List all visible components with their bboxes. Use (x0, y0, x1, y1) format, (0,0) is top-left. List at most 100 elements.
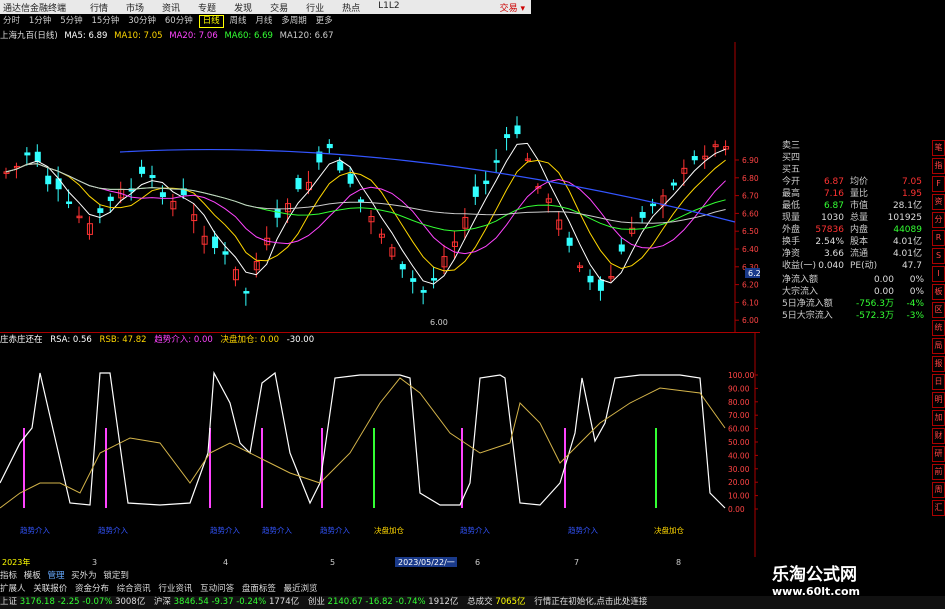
indicator-chart[interactable]: 100.00 90.00 80.00 70.00 60.00 50.00 40.00 30.0… (0, 332, 760, 558)
watermark: 乐淘公式网 www.60lt.com (772, 560, 945, 598)
side-tab[interactable]: 区 (932, 302, 945, 318)
toolbar-button[interactable]: 管理 (47, 571, 64, 581)
menu-item[interactable]: 热点 (342, 1, 360, 14)
side-tab[interactable]: I (932, 266, 945, 282)
title-bar: 通达信金融终端 行情 市场 资讯 专题 发现 交易 行业 热点 L1L2 交易 … (0, 0, 531, 14)
period-tab[interactable]: 60分钟 (162, 15, 196, 28)
kline-chart[interactable]: 6.906.806.706.606.506.406.306.206.106.00… (0, 42, 760, 332)
side-tab[interactable]: 指 (932, 158, 945, 174)
price-tick-label: 6.90 (742, 156, 759, 165)
info-tab[interactable]: 盘面标签 (242, 584, 276, 594)
side-tab[interactable]: 研 (932, 446, 945, 462)
date-month: 5 (330, 558, 335, 567)
menu-item[interactable]: 行业 (306, 1, 324, 14)
date-month: 8 (676, 558, 681, 567)
period-tab[interactable]: 周线 (226, 15, 249, 28)
index-value: 3846.54 (173, 597, 209, 607)
indicator-tick-label: 10.00 (728, 492, 750, 501)
toolbar-button[interactable]: 买外为 (71, 571, 97, 581)
flow-row: 净流入额 0.00 0% (782, 274, 932, 286)
menu-item[interactable]: 资讯 (162, 1, 180, 14)
quote-label: 最高 (782, 189, 801, 199)
index-name[interactable]: 上证 (0, 597, 17, 607)
quote-label: 收益(一) (782, 261, 817, 271)
period-tab[interactable]: 1分钟 (26, 15, 54, 28)
info-tab[interactable]: 扩展人 (0, 584, 26, 594)
total-value: 7065亿 (495, 597, 526, 607)
info-tab[interactable]: 资金分布 (75, 584, 109, 594)
menu-item[interactable]: 市场 (126, 1, 144, 14)
toolbar-button[interactable]: 锁定到 (103, 571, 129, 581)
menu-item[interactable]: 行情 (90, 1, 108, 14)
side-tab[interactable]: 周 (932, 482, 945, 498)
indicator-toolbar: 指标 模板 管理 买外为 锁定到 (0, 569, 760, 581)
side-tab[interactable]: 日 (932, 374, 945, 390)
side-tab[interactable]: R (932, 230, 945, 246)
candle-body (493, 160, 500, 163)
price-tick-label: 6.00 (742, 316, 759, 325)
menu-item[interactable]: 发现 (234, 1, 252, 14)
candle-body (45, 175, 52, 185)
side-tab[interactable]: 财 (932, 428, 945, 444)
indicator-tick-label: 60.00 (728, 425, 750, 434)
quote-label: 最低 (782, 201, 801, 211)
side-tab[interactable]: 明 (932, 392, 945, 408)
quote-label: 量比 (850, 189, 869, 199)
menu-item[interactable]: 交易 (270, 1, 288, 14)
side-tab[interactable]: F (932, 176, 945, 192)
period-tab[interactable]: 30分钟 (125, 15, 159, 28)
quote-label: 今开 (782, 177, 801, 187)
quote-panel: 卖三 买四 买五 今开 6.87 均价 7.05 最高 7.16 量比 1.95 最低 6.87 市… (782, 140, 932, 340)
toolbar-button[interactable]: 指标 (0, 571, 17, 581)
candle-body (399, 264, 406, 270)
period-tab[interactable]: 分时 (0, 15, 23, 28)
menu-item[interactable]: L1L2 (378, 1, 399, 14)
period-tab[interactable]: 15分钟 (88, 15, 122, 28)
ma-label: MA60: 6.69 (224, 31, 273, 41)
quote-row: 净资 3.66 流通 4.01亿 (782, 248, 932, 260)
candles-group (3, 116, 730, 306)
side-tab[interactable]: 板 (932, 284, 945, 300)
info-tab[interactable]: 关联报价 (33, 584, 67, 594)
candle-body (597, 279, 604, 291)
quote-row: 现量 1030 总量 101925 (782, 212, 932, 224)
flow-percent: 0% (909, 287, 924, 297)
quote-label: 换手 (782, 237, 801, 247)
quote-row: 外盘 57836 内盘 44089 (782, 224, 932, 236)
side-tab[interactable]: 加 (932, 410, 945, 426)
quote-value: 1030 (821, 213, 844, 223)
side-tab[interactable]: 统 (932, 320, 945, 336)
trade-button[interactable]: 交易 ▾ (500, 1, 525, 14)
flow-percent: 0% (909, 275, 924, 285)
signal-label: 趋势介入 (460, 525, 490, 535)
quote-value: 3.66 (823, 249, 844, 259)
period-tab[interactable]: 5分钟 (57, 15, 85, 28)
side-tab[interactable]: 汇 (932, 500, 945, 516)
quote-value: 47.7 (901, 261, 922, 271)
info-tab[interactable]: 最近浏览 (284, 584, 318, 594)
quote-value: 7.05 (901, 177, 922, 187)
index-name[interactable]: 沪深 (154, 597, 171, 607)
quote-label: 市值 (850, 201, 869, 211)
side-tab[interactable]: 笔 (932, 140, 945, 156)
side-tab[interactable]: 分 (932, 212, 945, 228)
side-tab[interactable]: S (932, 248, 945, 264)
index-name[interactable]: 创业 (308, 597, 325, 607)
signal-label: 趋势介入 (20, 525, 50, 535)
side-tab[interactable]: 报 (932, 356, 945, 372)
quote-label: 均价 (850, 177, 869, 187)
period-tab[interactable]: 月线 (252, 15, 275, 28)
info-tab[interactable]: 综合资讯 (117, 584, 151, 594)
side-tab[interactable]: 局 (932, 338, 945, 354)
side-tab[interactable]: 资 (932, 194, 945, 210)
toolbar-button[interactable]: 模板 (24, 571, 41, 581)
menu-item[interactable]: 专题 (198, 1, 216, 14)
period-tab[interactable]: 更多 (313, 15, 336, 28)
info-tab[interactable]: 行业资讯 (158, 584, 192, 594)
period-tab-active[interactable]: 日线 (198, 15, 224, 28)
index-amount: 1774亿 (268, 597, 300, 607)
info-tab[interactable]: 互动问答 (200, 584, 234, 594)
side-tab[interactable]: 前 (932, 464, 945, 480)
period-tab[interactable]: 多周期 (278, 15, 310, 28)
status-message[interactable]: 行情正在初始化,点击此处连接 (534, 597, 647, 607)
